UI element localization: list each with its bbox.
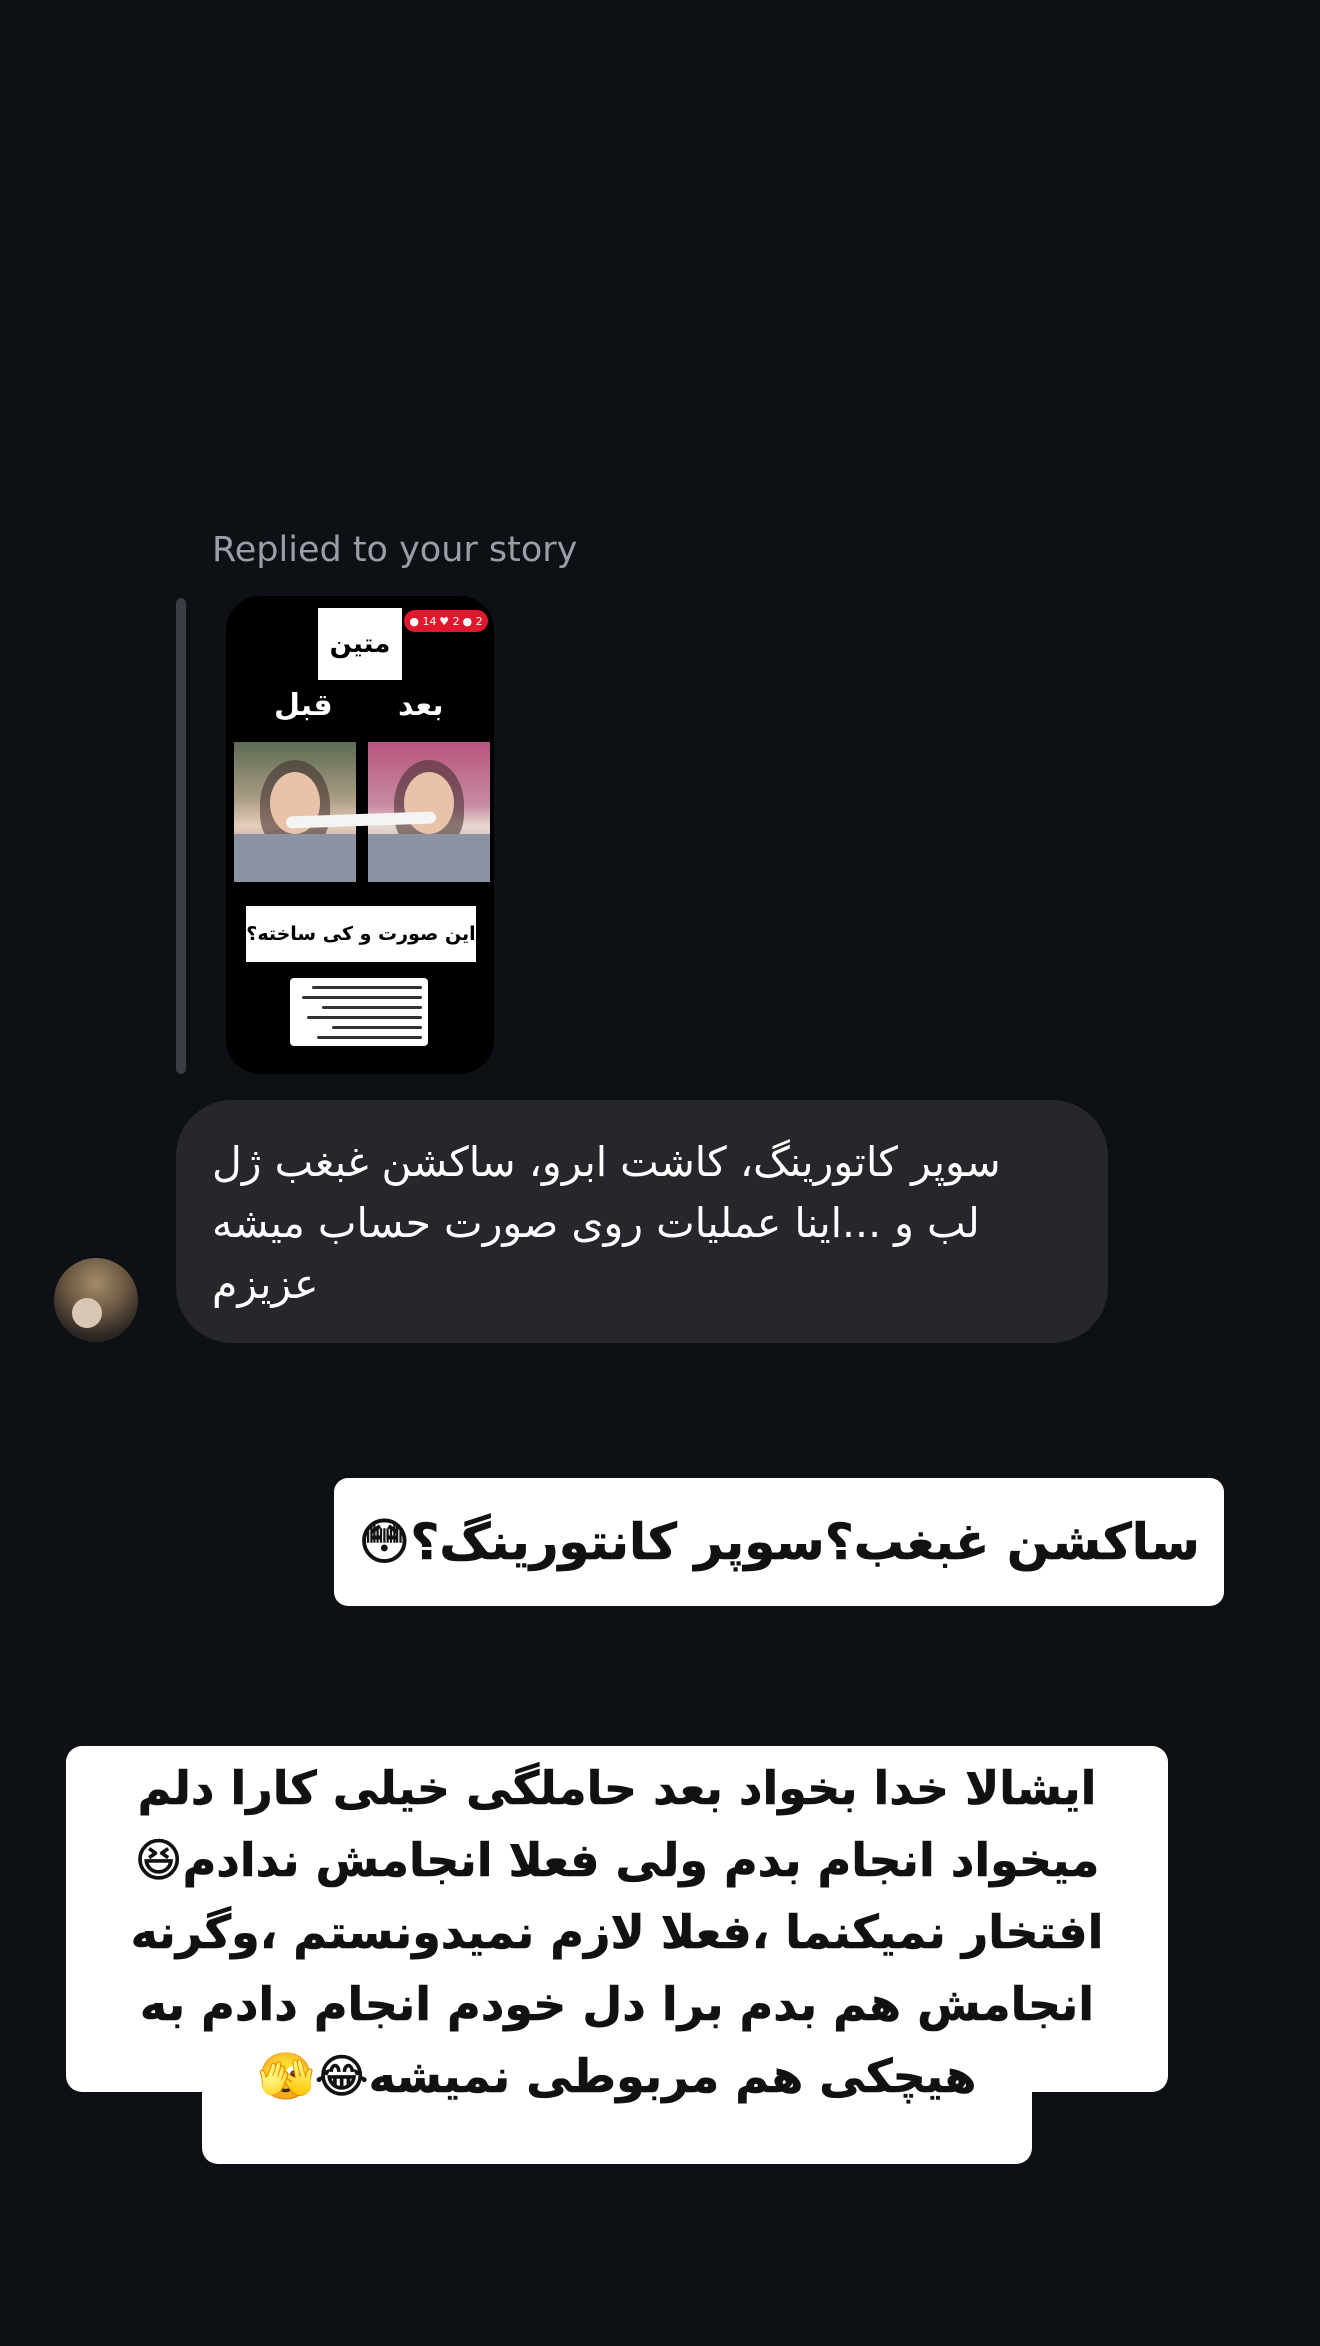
story-label-after: بعد	[398, 688, 444, 723]
story-thumbnail[interactable]: متین ● 14 ♥ 2 ● 2 بعد قبل این صورت و کی …	[226, 596, 494, 1074]
received-message-bubble[interactable]: سوپر کاتورینگ، کاشت ابرو، ساکشن غبغب ژل …	[176, 1100, 1108, 1343]
story-stats-badge: ● 14 ♥ 2 ● 2	[404, 610, 488, 632]
story-question: این صورت و کی ساخته؟	[246, 906, 476, 962]
text-sticker-2: ایشالا خدا بخواد بعد حاملگی خیلی کارا دل…	[66, 1752, 1168, 2112]
text-sticker-1: ساکشن غبغب؟سوپر کانتورینگ؟😳	[334, 1478, 1224, 1606]
story-title: متین	[318, 608, 402, 680]
story-note-screenshot	[290, 978, 428, 1046]
viewer-count: ● 2	[462, 614, 483, 628]
message-line: لب و ...اینا عملیات روی صورت حساب میشه	[212, 1199, 980, 1247]
message-line: عزیزم	[212, 1260, 319, 1308]
message-line: سوپر کاتورینگ، کاشت ابرو، ساکشن غبغب ژل	[212, 1138, 1001, 1186]
like-count: ♥ 2	[439, 614, 460, 628]
sender-avatar[interactable]	[54, 1258, 138, 1342]
replied-to-story-label: Replied to your story	[212, 530, 578, 570]
photo-before	[234, 742, 356, 882]
sticker-line: ایشالا خدا بخواد بعد حاملگی خیلی کارا دل…	[137, 1761, 1097, 1816]
sticker-line: افتخار نمیکنما ،فعلا لازم نمیدونستم ،وگر…	[130, 1905, 1104, 1960]
sticker-line: انجامش هم بدم برا دل خودم انجام دادم به	[139, 1977, 1095, 2032]
comment-count: ● 14	[409, 614, 437, 628]
received-message-text: سوپر کاتورینگ، کاشت ابرو، ساکشن غبغب ژل …	[212, 1132, 1056, 1315]
story-label-before: قبل	[274, 688, 333, 723]
reply-quote-bar	[176, 598, 186, 1074]
sticker-line: هیچکی هم مربوطی نمیشه😂🫣	[257, 2049, 977, 2104]
sticker-line: میخواد انجام بدم ولی فعلا انجامش ندادم😆	[134, 1833, 1100, 1888]
